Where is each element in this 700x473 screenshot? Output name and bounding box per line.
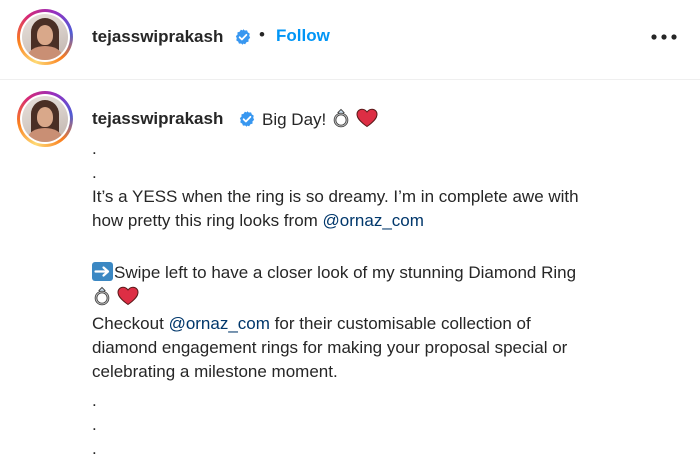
mention-link[interactable]: @ornaz_com: [323, 211, 424, 230]
heart-emoji-icon: [117, 286, 139, 312]
caption-text: Big Day!: [262, 110, 327, 129]
caption-dot-line: .: [92, 439, 97, 458]
caption-dot-line: .: [92, 391, 97, 410]
caption-line: It’s a YESS when the ring is so dreamy. …: [92, 187, 579, 206]
more-options-icon[interactable]: [649, 27, 679, 47]
separator-dot: •: [259, 25, 265, 44]
caption-username[interactable]: tejasswiprakash: [92, 108, 223, 130]
right-arrow-emoji-icon: [92, 262, 113, 281]
caption-dot-line: .: [92, 415, 97, 434]
verified-badge-icon: [234, 28, 252, 48]
ring-emoji-icon: [331, 108, 351, 134]
caption-text: how pretty this ring looks from: [92, 211, 318, 230]
caption-dot-line: .: [92, 139, 97, 158]
caption-line: how pretty this ring looks from @ornaz_c…: [92, 210, 424, 232]
caption-avatar[interactable]: [17, 91, 73, 147]
caption-line: diamond engagement rings for making your…: [92, 338, 568, 357]
caption-text: Swipe left to have a closer look of my s…: [114, 263, 577, 282]
caption-text: Checkout: [92, 314, 164, 333]
caption-first-line: Big Day!: [262, 108, 378, 134]
caption-line: celebrating a milestone moment.: [92, 362, 338, 381]
caption-emoji-line: [92, 286, 139, 312]
ring-emoji-icon: [92, 286, 112, 312]
post-header: tejasswiprakash • Follow: [0, 0, 700, 80]
instagram-post-panel: tejasswiprakash • Follow tejasswiprakash…: [0, 0, 700, 473]
caption-line: Swipe left to have a closer look of my s…: [92, 262, 576, 284]
caption-line: Checkout @ornaz_com for their customisab…: [92, 313, 531, 335]
author-avatar[interactable]: [17, 9, 73, 65]
caption-dot-line: .: [92, 163, 97, 182]
mention-link[interactable]: @ornaz_com: [169, 314, 270, 333]
author-username[interactable]: tejasswiprakash: [92, 26, 223, 48]
verified-badge-icon: [238, 110, 256, 130]
caption-text: for their customisable collection of: [274, 314, 531, 333]
heart-emoji-icon: [356, 108, 378, 134]
follow-button[interactable]: Follow: [276, 25, 330, 47]
